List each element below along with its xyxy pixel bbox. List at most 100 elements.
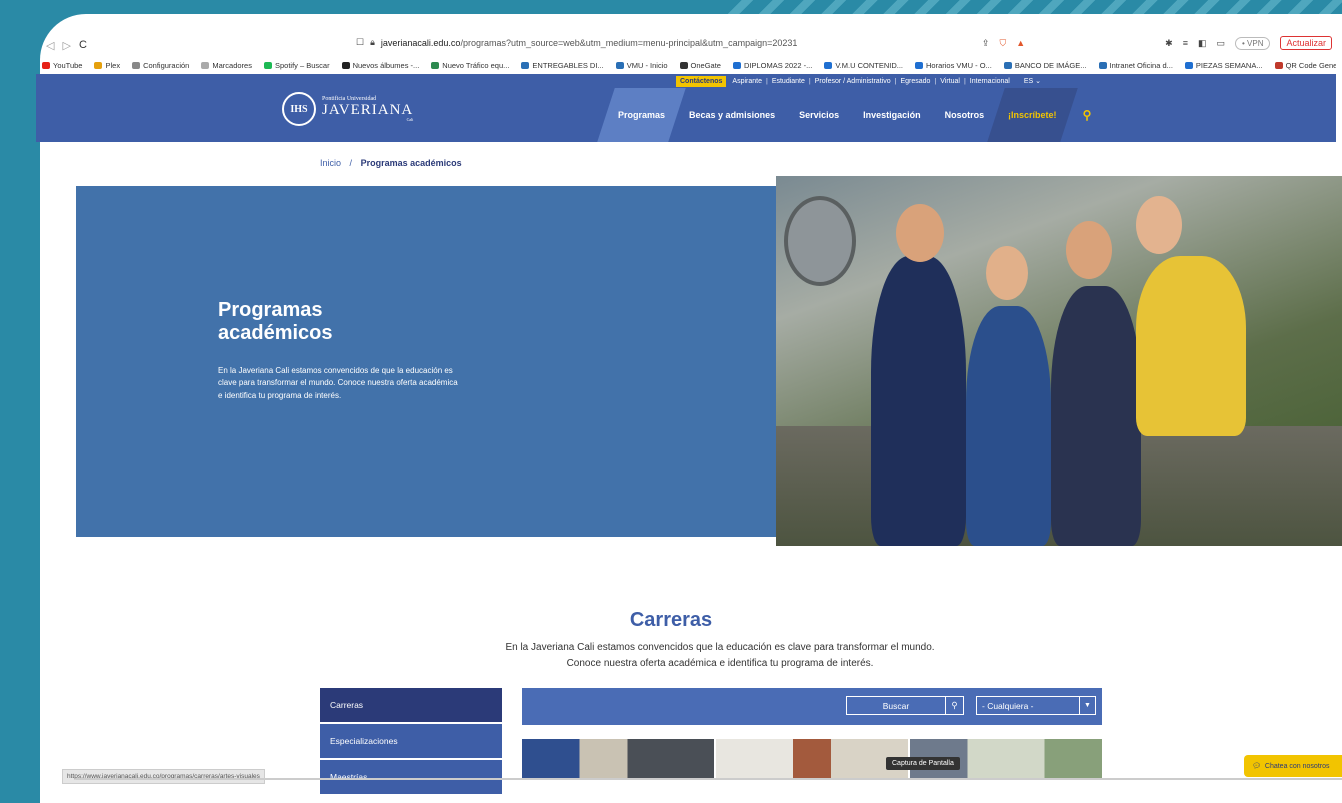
category-select[interactable]: - Cualquiera - ▼ <box>976 696 1096 715</box>
share-icon[interactable]: ⇪ <box>982 38 990 49</box>
bookmark-label: PIEZAS SEMANA... <box>1195 60 1263 70</box>
bookmark-label: DIPLOMAS 2022 -... <box>743 60 813 70</box>
menu-item-maestrias[interactable]: Maestrías <box>320 760 502 794</box>
bookmark-label: Intranet Oficina d... <box>1109 60 1173 70</box>
language-selector[interactable]: ES ⌄ <box>1024 77 1041 85</box>
sidebar-icon[interactable]: ◧ <box>1198 38 1207 49</box>
search-icon[interactable]: ⚲ <box>1069 108 1106 122</box>
back-icon[interactable]: ◁ <box>46 39 54 52</box>
university-logo[interactable]: IHS Pontificia Universidad JAVERIANA Cal… <box>282 92 413 126</box>
bookmark-page-icon[interactable]: ☐ <box>356 37 364 48</box>
bookmark-label: Plex <box>105 60 121 70</box>
reading-list-icon[interactable]: ≡ <box>1183 38 1188 48</box>
bookmark-item[interactable]: Horarios VMU - O... <box>915 61 992 70</box>
bookmark-label: Configuración <box>143 60 190 70</box>
bookmark-favicon-icon <box>1274 61 1283 69</box>
address-bar[interactable]: ☐ 🔒︎ javerianacali.edu.co/programas?utm_… <box>356 37 797 48</box>
extensions-icon[interactable]: ✱ <box>1165 38 1173 49</box>
menu-item-especializaciones[interactable]: Especializaciones <box>320 724 502 758</box>
bookmark-favicon-icon <box>615 61 624 69</box>
search-input[interactable]: Buscar ⚲ <box>846 696 964 715</box>
utility-link[interactable]: Virtual <box>940 78 960 85</box>
utility-link[interactable]: Estudiante <box>772 78 805 85</box>
chevron-down-icon: ▼ <box>1084 702 1091 709</box>
bookmark-item[interactable]: Spotify – Buscar <box>263 60 330 70</box>
reload-icon[interactable]: C <box>79 39 87 52</box>
bookmark-label: Nuevo Tráfico equ... <box>442 60 510 70</box>
menu-item-carreras[interactable]: Carreras <box>320 688 502 722</box>
bookmark-item[interactable]: Plex <box>94 61 120 70</box>
bookmark-item[interactable]: VMU - Inicio <box>615 60 668 70</box>
nav-inscribete[interactable]: ¡Inscríbete! <box>987 88 1078 142</box>
bookmark-item[interactable]: DIPLOMAS 2022 -... <box>732 60 813 70</box>
nav-investigacion[interactable]: Investigación <box>851 88 933 142</box>
bookmark-item[interactable]: QR Code Generator <box>1274 60 1336 70</box>
bookmark-favicon-icon <box>915 61 923 69</box>
bookmark-label: VMU - Inicio <box>626 60 668 70</box>
bookmark-item[interactable]: Nuevos álbumes -... <box>341 61 419 70</box>
bookmark-label: BANCO DE IMÁGE... <box>1014 60 1087 70</box>
bookmark-favicon-icon <box>94 61 103 69</box>
chat-button[interactable]: 💬︎ Chatea con nosotros <box>1244 755 1342 777</box>
bookmark-favicon-icon <box>1003 61 1012 69</box>
search-icon[interactable]: ⚲ <box>946 700 963 711</box>
bookmark-item[interactable]: Nuevo Tráfico equ... <box>431 61 509 70</box>
update-button[interactable]: Actualizar <box>1280 36 1332 50</box>
bookmark-favicon-icon <box>132 61 141 69</box>
carreras-title: Carreras <box>629 609 713 631</box>
nav-programas[interactable]: Programas <box>597 88 686 142</box>
logo-city: Cali <box>406 117 414 122</box>
bookmark-favicon-icon <box>1184 61 1193 69</box>
bookmark-favicon-icon <box>1098 61 1107 69</box>
program-card[interactable] <box>716 739 908 779</box>
utility-link[interactable]: Internacional <box>970 78 1010 85</box>
bookmark-favicon-icon <box>824 61 833 69</box>
utility-link[interactable]: Profesor / Administrativo <box>815 78 891 85</box>
bookmark-item[interactable]: V.M.U CONTENID... <box>824 61 903 70</box>
url-path: /programas?utm_source=web&utm_medium=men… <box>460 37 798 48</box>
brave-shield-icon[interactable]: ⛉ <box>999 38 1006 49</box>
breadcrumb-separator: / <box>349 158 353 168</box>
hero-text: En la Javeriana Cali estamos convencidos… <box>218 366 458 400</box>
bookmark-label: Spotify – Buscar <box>274 60 330 70</box>
utility-link[interactable]: Egresado <box>900 78 930 85</box>
utility-separator: | <box>765 77 768 85</box>
bookmark-item[interactable]: Marcadores <box>201 61 252 70</box>
select-value: - Cualquiera - <box>977 697 1080 714</box>
vpn-button[interactable]: • VPN <box>1235 36 1271 50</box>
rewards-icon[interactable]: ▲ <box>1016 38 1025 48</box>
bookmark-item[interactable]: BANCO DE IMÁGE... <box>1003 60 1087 70</box>
bookmark-label: QR Code Generator <box>1285 60 1336 70</box>
bookmark-item[interactable]: OneGate <box>679 60 721 70</box>
site-header: Contáctenos Aspirante | Estudiante | Profeso… <box>36 74 1336 142</box>
program-card[interactable] <box>522 739 714 779</box>
bookmark-favicon-icon <box>679 61 688 69</box>
program-thumbnails <box>522 739 1102 779</box>
status-url: https://www.javerianacali.edu.co/program… <box>62 769 265 784</box>
utility-separator: | <box>894 77 897 85</box>
nav-becas[interactable]: Becas y admisiones <box>677 88 787 142</box>
breadcrumb: Inicio / Programas académicos <box>320 158 462 168</box>
seal-icon: IHS <box>282 92 316 126</box>
forward-icon[interactable]: ▷ <box>62 39 70 52</box>
wallet-icon[interactable]: ▭ <box>1216 38 1225 49</box>
bookmark-label: Horarios VMU - O... <box>926 60 992 70</box>
bookmark-label: Marcadores <box>212 60 252 70</box>
bookmark-item[interactable]: ENTREGABLES DI... <box>521 61 604 70</box>
bookmark-item[interactable]: Intranet Oficina d... <box>1098 60 1173 70</box>
bookmark-favicon-icon <box>42 61 50 69</box>
bookmark-item[interactable]: YouTube <box>42 61 82 70</box>
nav-nosotros[interactable]: Nosotros <box>933 88 997 142</box>
bookmark-label: OneGate <box>690 60 721 70</box>
nav-servicios[interactable]: Servicios <box>787 88 851 142</box>
bookmark-item[interactable]: Configuración <box>132 61 189 70</box>
contact-link[interactable]: Contáctenos <box>676 75 727 87</box>
utility-separator: | <box>808 77 811 85</box>
breadcrumb-current: Programas académicos <box>360 158 462 168</box>
chat-label: Chatea con nosotros <box>1264 762 1330 770</box>
bookmark-item[interactable]: PIEZAS SEMANA... <box>1184 60 1263 70</box>
utility-link[interactable]: Aspirante <box>732 78 762 85</box>
screenshot-tooltip: Captura de Pantalla <box>886 757 960 770</box>
breadcrumb-home[interactable]: Inicio <box>320 158 341 168</box>
bookmark-favicon-icon <box>732 61 741 69</box>
